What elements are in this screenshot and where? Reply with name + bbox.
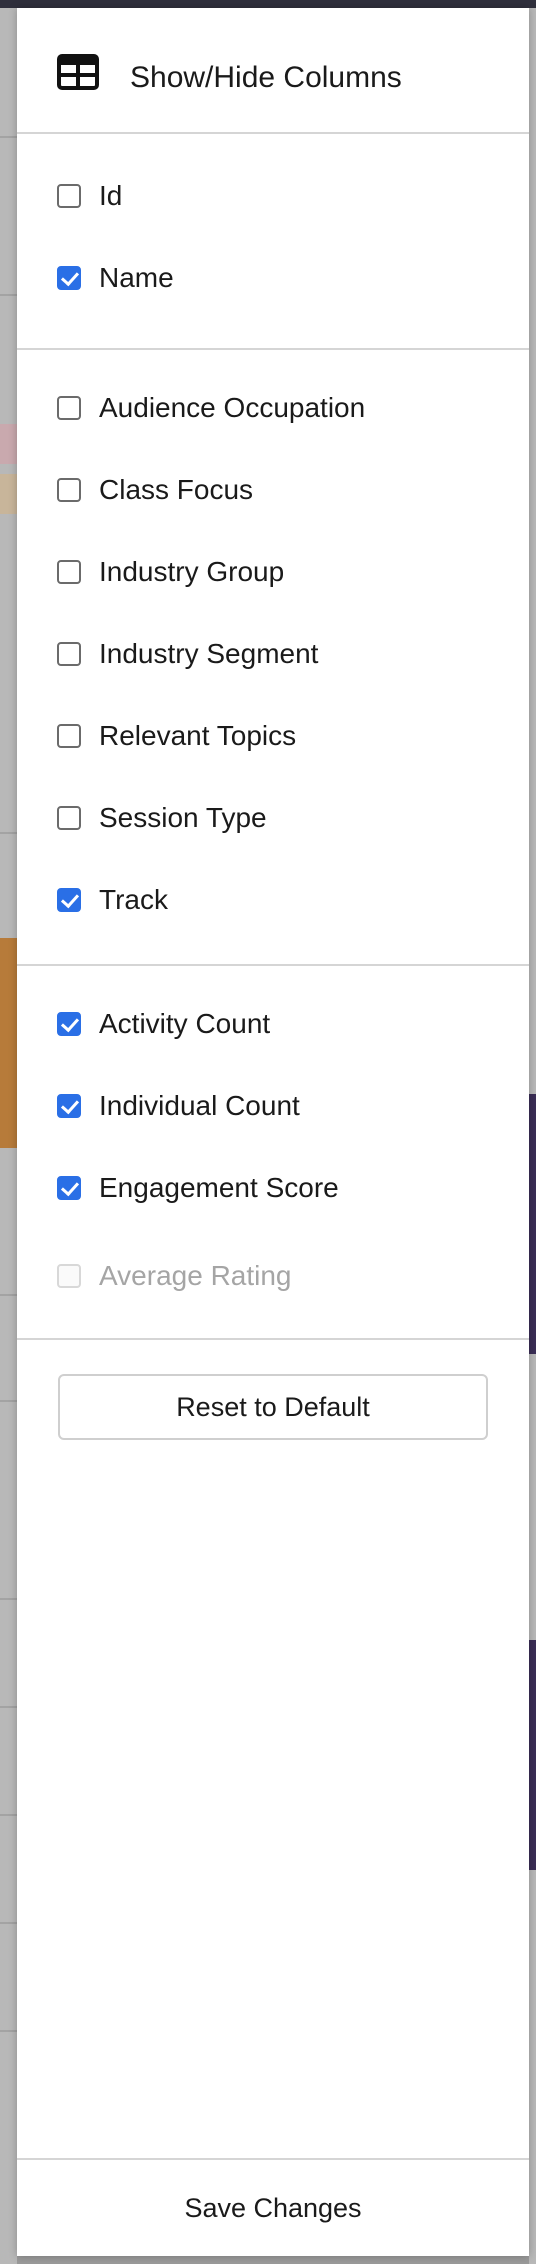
background-divider	[0, 136, 17, 138]
column-group-basic: Id Name	[17, 134, 529, 350]
background-divider	[0, 294, 17, 296]
background-card	[529, 1640, 536, 1870]
column-option-industry-segment[interactable]: Industry Segment	[57, 634, 318, 674]
column-option-label: Session Type	[99, 802, 267, 833]
column-option-name[interactable]: Name	[57, 258, 174, 298]
column-option-industry-group[interactable]: Industry Group	[57, 552, 284, 592]
panel-title: Show/Hide Columns	[130, 61, 402, 94]
panel-header: Show/Hide Columns	[17, 8, 529, 134]
column-option-label: Relevant Topics	[99, 720, 297, 751]
checkbox[interactable]	[57, 724, 81, 748]
background-divider	[0, 1814, 17, 1816]
column-option-label: Class Focus	[99, 474, 254, 505]
background-row-highlight	[0, 474, 17, 514]
background-topbar	[0, 0, 536, 8]
background-divider	[0, 1598, 17, 1600]
checkbox[interactable]	[57, 560, 81, 584]
column-option-session-type[interactable]: Session Type	[57, 798, 267, 838]
column-option-individual-count[interactable]: Individual Count	[57, 1086, 300, 1126]
column-option-label: Industry Group	[99, 556, 285, 587]
panel-footer: Save Changes	[17, 2158, 529, 2256]
reset-to-default-button[interactable]: Reset to Default	[58, 1374, 488, 1440]
background-divider	[0, 832, 17, 834]
column-group-metrics: Activity Count Individual Count Engageme…	[17, 966, 529, 1340]
checkbox[interactable]	[57, 1176, 81, 1200]
background-card	[0, 938, 17, 1148]
checkbox[interactable]	[57, 396, 81, 420]
column-option-id[interactable]: Id	[57, 176, 122, 216]
save-changes-button[interactable]: Save Changes	[164, 2185, 381, 2232]
column-option-audience-occupation[interactable]: Audience Occupation	[57, 388, 365, 428]
column-option-activity-count[interactable]: Activity Count	[57, 1004, 270, 1044]
column-option-label: Track	[99, 884, 168, 915]
column-visibility-panel: Show/Hide Columns Id Name Audience Occup…	[17, 8, 529, 2256]
checkbox[interactable]	[57, 806, 81, 830]
background-divider	[0, 1400, 17, 1402]
screen: Show/Hide Columns Id Name Audience Occup…	[0, 0, 536, 2264]
checkbox[interactable]	[57, 184, 81, 208]
column-option-class-focus[interactable]: Class Focus	[57, 470, 253, 510]
checkbox[interactable]	[57, 1094, 81, 1118]
background-divider	[0, 1922, 17, 1924]
background-divider	[0, 1294, 17, 1296]
column-option-label: Name	[99, 262, 174, 293]
background-card	[529, 1094, 536, 1354]
column-option-label: Id	[99, 180, 123, 211]
checkbox[interactable]	[57, 888, 81, 912]
table-grid-icon	[57, 54, 99, 90]
column-option-label: Individual Count	[99, 1090, 300, 1121]
checkbox[interactable]	[57, 1012, 81, 1036]
column-option-relevant-topics[interactable]: Relevant Topics	[57, 716, 296, 756]
column-option-label: Average Rating	[99, 1260, 292, 1291]
column-option-engagement-score[interactable]: Engagement Score	[57, 1168, 339, 1208]
checkbox[interactable]	[57, 266, 81, 290]
column-option-average-rating: Average Rating	[57, 1256, 292, 1296]
checkbox[interactable]	[57, 642, 81, 666]
column-option-label: Industry Segment	[99, 638, 319, 669]
column-option-label: Audience Occupation	[99, 392, 366, 423]
column-option-label: Engagement Score	[99, 1172, 339, 1203]
background-divider	[0, 2030, 17, 2032]
background-divider	[0, 1706, 17, 1708]
column-group-attributes: Audience Occupation Class Focus Industry…	[17, 350, 529, 966]
column-option-label: Activity Count	[99, 1008, 271, 1039]
column-option-track[interactable]: Track	[57, 880, 168, 920]
checkbox[interactable]	[57, 478, 81, 502]
background-row-highlight	[0, 424, 17, 464]
checkbox-disabled	[57, 1264, 81, 1288]
